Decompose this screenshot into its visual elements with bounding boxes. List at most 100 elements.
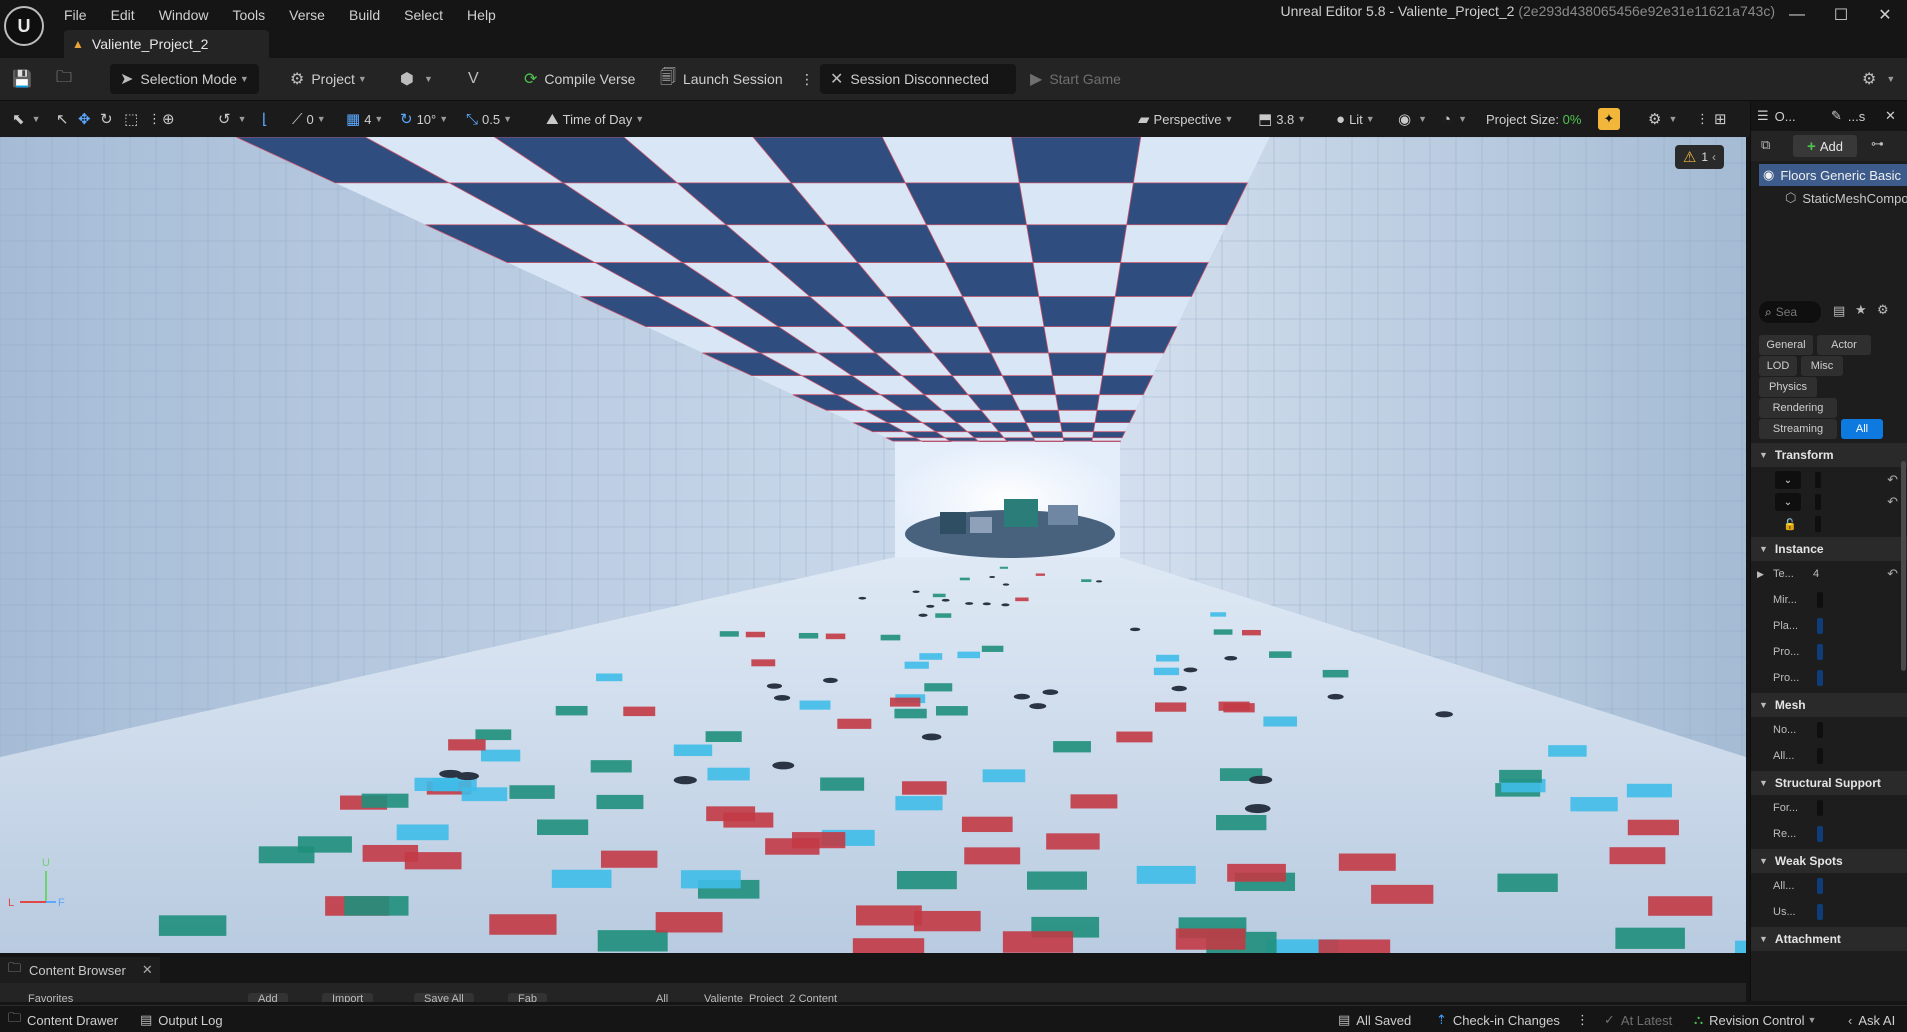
menu-window[interactable]: Window <box>159 7 209 23</box>
filter-rendering[interactable]: Rendering <box>1759 398 1837 418</box>
maximize-button[interactable]: ☐ <box>1819 0 1863 30</box>
outliner-filter-icon[interactable]: ⧉ <box>1761 137 1770 153</box>
details-search-input[interactable]: ⌕ Sea <box>1759 301 1821 323</box>
filter-general[interactable]: General <box>1759 335 1813 355</box>
minimize-button[interactable]: — <box>1775 0 1819 30</box>
viewport-more-icon[interactable]: ⋮ <box>148 108 161 130</box>
cb-fab-button[interactable]: Fab <box>508 993 547 1002</box>
more-options-icon[interactable]: ⋮ <box>800 64 814 94</box>
perspective-dropdown[interactable]: ▰ Perspective ▼ <box>1138 108 1233 130</box>
section-mesh[interactable]: ▼ Mesh <box>1751 693 1907 717</box>
sync-icon: ✓ <box>1604 1012 1615 1027</box>
angle-snap-dropdown[interactable]: ↻ 10° ▼ <box>400 108 448 130</box>
project-tab[interactable]: ▲ Valiente_Project_2 <box>64 30 269 58</box>
hierarchy-icon[interactable]: ⊶ <box>1871 136 1884 152</box>
filter-all[interactable]: All <box>1841 419 1883 439</box>
viewport-options-icon[interactable]: ⋮ <box>1696 108 1709 130</box>
lit-dropdown[interactable]: ● Lit ▼ <box>1336 108 1375 130</box>
camera-speed-dropdown[interactable]: ⬒ 3.8 ▼ <box>1258 108 1306 130</box>
cb-save-all-button[interactable]: Save All <box>414 993 474 1002</box>
ask-ai-button[interactable]: ‹ Ask AI <box>1848 1011 1895 1029</box>
grid-snap-dropdown[interactable]: ▦ 4 ▼ <box>346 108 383 130</box>
breadcrumb-all[interactable]: All <box>646 993 678 1002</box>
star-icon[interactable]: ★ <box>1855 302 1867 318</box>
section-weak-spots[interactable]: ▼ Weak Spots <box>1751 849 1907 873</box>
reset-icon[interactable]: ↶ <box>1887 494 1898 510</box>
level-viewport[interactable]: ⚠ 1 ‹ U L F <box>0 137 1746 953</box>
move-tool[interactable]: ✥ <box>78 108 95 130</box>
cb-add-button[interactable]: Add <box>248 993 288 1002</box>
verse-button[interactable]: V <box>468 64 486 94</box>
location-dropdown[interactable]: ⌄ <box>1775 471 1801 489</box>
rotation-snap-dropdown[interactable]: ⟋ 0 ▼ <box>292 108 326 130</box>
browse-button[interactable]: 🗀 <box>56 64 79 94</box>
show-flags-dropdown[interactable]: ◉ ▼ <box>1398 108 1427 130</box>
rotate-tool[interactable]: ↻ <box>100 108 117 130</box>
close-window-button[interactable]: ✕ <box>1863 0 1907 30</box>
select-tool[interactable]: ↖ <box>56 108 73 130</box>
lock-icon[interactable]: 🔓 <box>1783 518 1797 531</box>
details-scrollbar[interactable] <box>1901 461 1906 671</box>
filter-physics[interactable]: Physics <box>1759 377 1817 397</box>
gear-icon[interactable]: ⚙ <box>1877 302 1889 318</box>
menu-help[interactable]: Help <box>467 7 496 23</box>
viewport-settings-dropdown[interactable]: ⚙ ▼ <box>1648 108 1677 130</box>
add-button[interactable]: + Add <box>1793 135 1857 157</box>
close-tab-icon[interactable]: ✕ <box>1885 105 1896 127</box>
launch-session-button[interactable]: 🗐 Launch Session <box>660 64 783 94</box>
close-icon[interactable]: ✕ <box>142 962 153 978</box>
output-log-button[interactable]: ▤ Output Log <box>140 1011 223 1029</box>
section-transform[interactable]: ▼ Transform <box>1751 443 1907 467</box>
reset-icon[interactable]: ↶ <box>1887 566 1898 582</box>
world-local-toggle[interactable]: ⊕ <box>162 108 179 130</box>
filter-lod[interactable]: LOD <box>1759 356 1797 376</box>
selection-mode-dropdown[interactable]: ➤ Selection Mode ▼ <box>110 64 259 94</box>
section-attachment[interactable]: ▼ Attachment <box>1751 927 1907 951</box>
filter-misc[interactable]: Misc <box>1801 356 1843 376</box>
settings-dropdown[interactable]: ⚙ ▼ <box>1862 64 1895 94</box>
tab-outliner[interactable]: ☰ O... <box>1757 105 1796 127</box>
transform-menu[interactable]: ⬉ ▼ <box>12 108 41 130</box>
add-content-dropdown[interactable]: ⬢ ▼ <box>400 64 433 94</box>
expand-right-icon[interactable]: ▶ <box>1757 569 1764 580</box>
outliner-item-floors[interactable]: ◉ Floors Generic Basic <box>1759 164 1907 186</box>
rotation-dropdown[interactable]: ⌄ <box>1775 493 1801 511</box>
surface-snap[interactable]: ⌊ <box>262 108 272 130</box>
menu-edit[interactable]: Edit <box>111 7 135 23</box>
revision-control-dropdown[interactable]: ⛬ Revision Control ▼ <box>1694 1011 1816 1029</box>
breadcrumb-content[interactable]: Valiente_Project_2 Content <box>694 993 847 1002</box>
tab-details[interactable]: ✎ ...s <box>1831 105 1865 127</box>
checkin-changes-button[interactable]: ⇡ Check-in Changes <box>1436 1011 1560 1029</box>
filter-actor[interactable]: Actor <box>1817 335 1871 355</box>
compile-verse-button[interactable]: ⟳ Compile Verse <box>524 64 635 94</box>
tab-content-browser[interactable]: 🗀 Content Browser ✕ <box>0 957 160 983</box>
performance-dropdown[interactable]: ◔ ▼ <box>1442 108 1467 130</box>
menu-select[interactable]: Select <box>404 7 443 23</box>
snap-menu[interactable]: ↺ ▼ <box>218 108 247 130</box>
layout-button[interactable]: ⊞ <box>1714 108 1731 130</box>
menu-tools[interactable]: Tools <box>232 7 265 23</box>
outliner-item-staticmesh[interactable]: ⬡StaticMeshComponent <box>1759 187 1907 209</box>
section-structural-support[interactable]: ▼ Structural Support <box>1751 771 1907 795</box>
content-drawer-button[interactable]: 🗀 Content Drawer <box>8 1010 118 1029</box>
time-of-day-dropdown[interactable]: ⛰ Time of Day ▼ <box>546 108 644 130</box>
realtime-toggle[interactable]: ✦ <box>1598 108 1620 130</box>
menu-build[interactable]: Build <box>349 7 380 23</box>
all-saved-status[interactable]: ▤ All Saved <box>1338 1011 1411 1029</box>
reset-icon[interactable]: ↶ <box>1887 472 1898 488</box>
table-view-icon[interactable]: ▤ <box>1833 303 1845 319</box>
unreal-logo[interactable]: U <box>4 6 44 46</box>
cb-import-button[interactable]: Import <box>322 993 374 1002</box>
menu-verse[interactable]: Verse <box>289 7 325 23</box>
warnings-badge[interactable]: ⚠ 1 ‹ <box>1674 145 1724 169</box>
project-dropdown[interactable]: ⚙ Project ▼ <box>290 64 367 94</box>
start-game-button[interactable]: ▶ Start Game <box>1030 64 1121 94</box>
menu-file[interactable]: File <box>64 7 87 23</box>
section-instance[interactable]: ▼ Instance <box>1751 537 1907 561</box>
scale-tool[interactable]: ⬚ <box>124 108 142 130</box>
save-button[interactable]: 💾 <box>12 64 39 94</box>
favorites-toggle[interactable]: Favorites <box>18 993 83 1002</box>
scale-snap-dropdown[interactable]: ⤡ 0.5 ▼ <box>466 108 512 130</box>
statusbar-more-icon[interactable]: ⋮ <box>1576 1011 1589 1029</box>
filter-streaming[interactable]: Streaming <box>1759 419 1837 439</box>
